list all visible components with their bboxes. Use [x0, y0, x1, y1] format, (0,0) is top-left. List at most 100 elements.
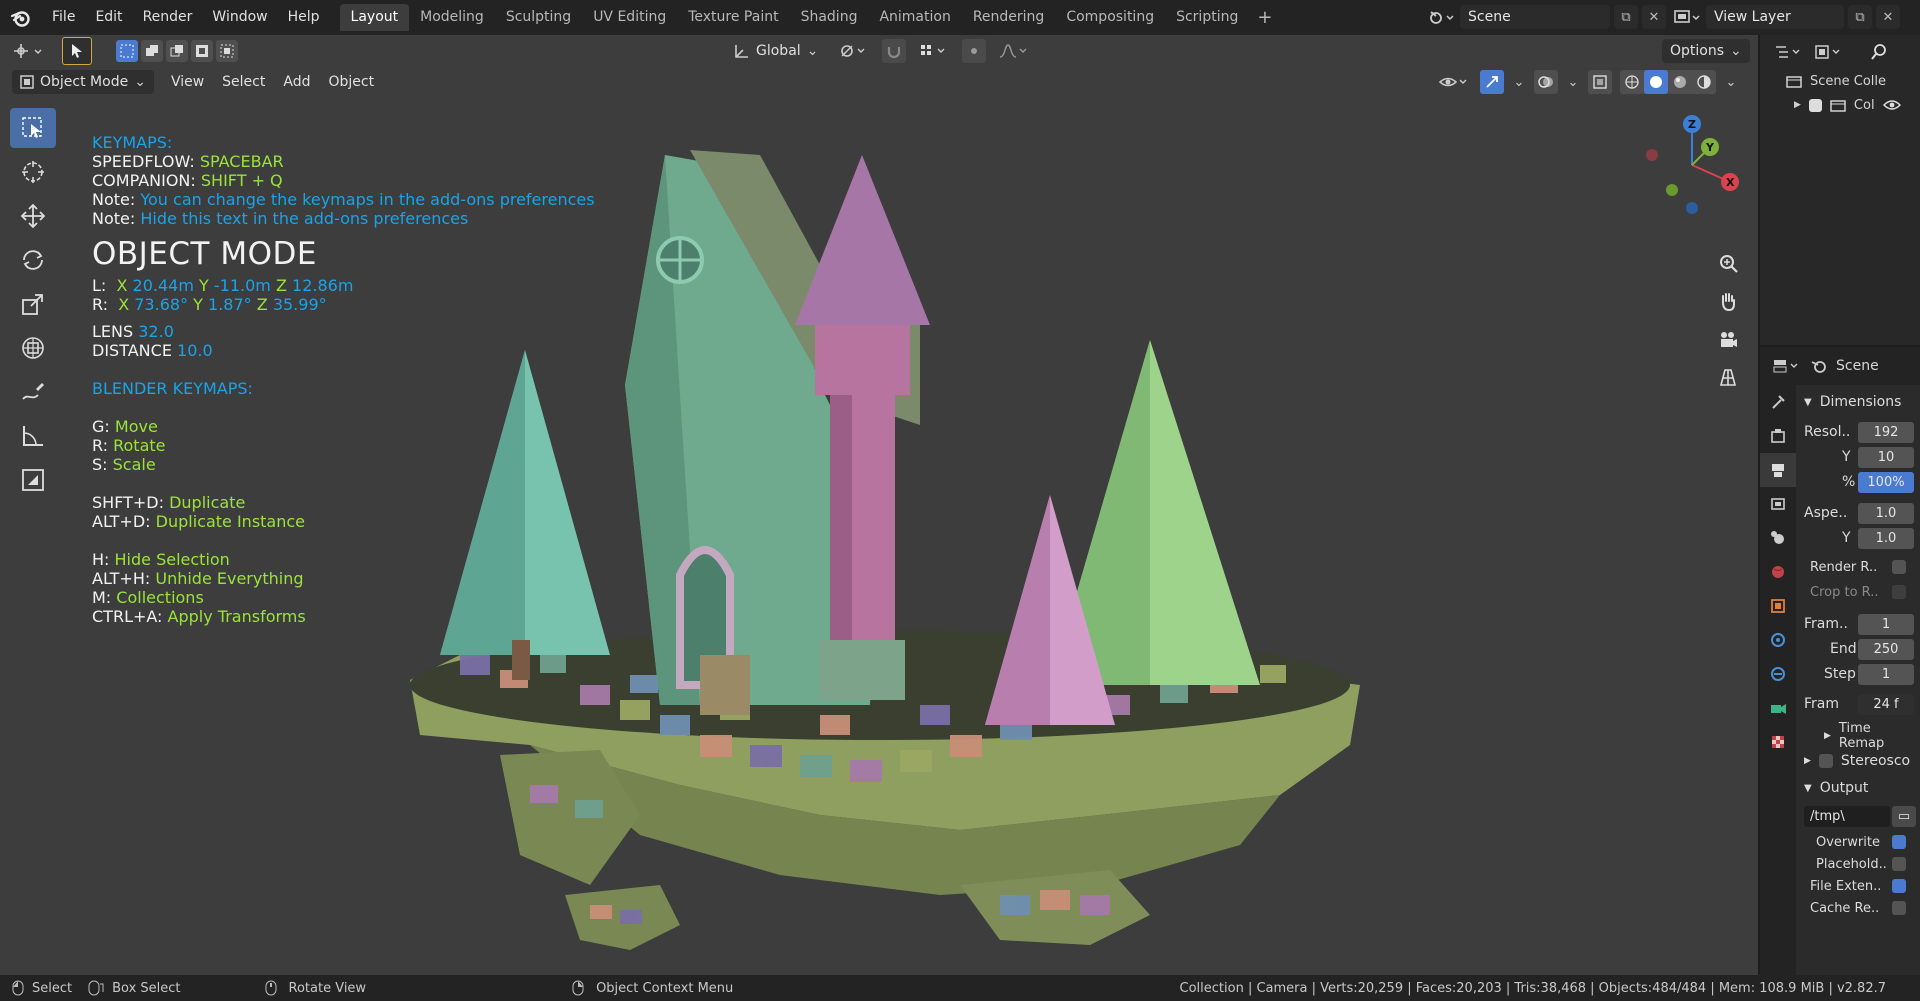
blender-logo-icon[interactable]	[0, 0, 42, 35]
render-region-checkbox[interactable]	[1892, 560, 1906, 574]
menu-object[interactable]: Object	[319, 70, 383, 94]
editor-type-icon[interactable]	[10, 39, 50, 63]
tab-sculpting[interactable]: Sculpting	[495, 4, 582, 31]
scene-icon[interactable]	[1428, 8, 1456, 26]
select-invert-icon[interactable]	[191, 40, 213, 62]
select-tool-icon[interactable]	[62, 37, 92, 65]
tab-uv-editing[interactable]: UV Editing	[582, 4, 677, 31]
expand-arrow-icon[interactable]: ▶	[1794, 100, 1801, 110]
menu-edit[interactable]: Edit	[85, 0, 132, 35]
outliner-editor-icon[interactable]	[1774, 44, 1804, 60]
aspect-y-field[interactable]: 1.0	[1858, 528, 1914, 549]
overlays-toggle-icon[interactable]	[1534, 70, 1558, 94]
proportional-edit-icon[interactable]	[962, 39, 987, 63]
perspective-toggle-icon[interactable]	[1712, 361, 1744, 393]
falloff-icon[interactable]	[996, 43, 1032, 59]
menu-add[interactable]: Add	[274, 70, 319, 94]
frame-rate-dropdown[interactable]: 24 f	[1858, 694, 1914, 715]
render-tab-icon[interactable]	[1760, 419, 1796, 453]
material-shading-icon[interactable]	[1668, 70, 1692, 94]
navigation-gizmo[interactable]: Z X Y	[1630, 110, 1750, 220]
snap-icon[interactable]	[882, 39, 907, 63]
frame-step-field[interactable]: 1	[1858, 664, 1914, 685]
output-path-field[interactable]: /tmp\	[1804, 806, 1890, 827]
3d-viewport[interactable]: Global ⌄ Options ⌄ Object Mode ⌄ View Se…	[0, 35, 1758, 975]
outliner-item-collection[interactable]: ▶ Col	[1760, 93, 1920, 117]
new-view-layer-icon[interactable]: ⧉	[1848, 5, 1872, 29]
add-cube-tool-icon[interactable]	[10, 460, 56, 500]
select-new-icon[interactable]	[116, 40, 138, 62]
object-tab-icon[interactable]	[1760, 589, 1796, 623]
scene-name-field[interactable]: Scene	[1460, 5, 1610, 29]
aspect-x-field[interactable]: 1.0	[1858, 503, 1914, 524]
view-layer-tab-icon[interactable]	[1760, 487, 1796, 521]
pan-hand-icon[interactable]	[1712, 285, 1744, 317]
xray-toggle-icon[interactable]	[1588, 70, 1612, 94]
overwrite-checkbox[interactable]	[1892, 835, 1906, 849]
menu-view[interactable]: View	[162, 70, 213, 94]
visibility-icon[interactable]	[1436, 74, 1472, 90]
frame-end-field[interactable]: 250	[1858, 639, 1914, 660]
time-remapping-subpanel[interactable]: ▶ Time Remap	[1824, 721, 1920, 751]
view-layer-icon[interactable]	[1672, 8, 1702, 26]
tool-tab-icon[interactable]	[1760, 385, 1796, 419]
annotate-tool-icon[interactable]	[10, 372, 56, 412]
shading-options-icon[interactable]: ⌄	[1724, 75, 1738, 90]
stereoscopy-panel-header[interactable]: ▶ Stereosco	[1804, 750, 1910, 772]
folder-icon[interactable]: ▭	[1892, 806, 1916, 827]
crop-region-checkbox[interactable]	[1892, 585, 1906, 599]
tab-layout[interactable]: Layout	[339, 4, 410, 31]
options-dropdown[interactable]: Options ⌄	[1662, 39, 1750, 63]
resolution-y-field[interactable]: 10	[1858, 447, 1914, 468]
outliner-item-scene-collection[interactable]: Scene Colle	[1760, 69, 1920, 93]
select-subtract-icon[interactable]	[166, 40, 188, 62]
rotate-tool-icon[interactable]	[10, 240, 56, 280]
measure-tool-icon[interactable]	[10, 416, 56, 456]
move-tool-icon[interactable]	[10, 196, 56, 236]
menu-window[interactable]: Window	[202, 0, 277, 35]
output-tab-icon[interactable]	[1760, 453, 1796, 487]
select-box-tool-icon[interactable]	[10, 108, 56, 148]
display-mode-icon[interactable]	[1814, 44, 1844, 60]
dimensions-panel-header[interactable]: ▼ Dimensions	[1804, 391, 1901, 413]
zoom-icon[interactable]	[1712, 247, 1744, 279]
cache-result-checkbox[interactable]	[1892, 901, 1906, 915]
add-workspace-icon[interactable]: +	[1249, 4, 1280, 31]
eye-icon[interactable]	[1882, 99, 1901, 111]
world-tab-icon[interactable]	[1760, 555, 1796, 589]
snap-target-icon[interactable]	[916, 43, 952, 59]
wireframe-shading-icon[interactable]	[1620, 70, 1644, 94]
stereoscopy-checkbox[interactable]	[1818, 754, 1833, 768]
camera-view-icon[interactable]	[1712, 323, 1744, 355]
properties-editor-icon[interactable]	[1772, 358, 1802, 374]
gizmo-options-icon[interactable]: ⌄	[1512, 75, 1526, 90]
transform-tool-icon[interactable]	[10, 328, 56, 368]
tab-animation[interactable]: Animation	[868, 4, 961, 31]
placeholders-checkbox[interactable]	[1892, 857, 1906, 871]
delete-scene-icon[interactable]: ✕	[1642, 5, 1666, 29]
rendered-shading-icon[interactable]	[1692, 70, 1716, 94]
pivot-point-icon[interactable]	[836, 43, 872, 59]
mode-dropdown[interactable]: Object Mode ⌄	[12, 70, 154, 94]
solid-shading-icon[interactable]	[1644, 70, 1668, 94]
menu-select[interactable]: Select	[213, 70, 274, 94]
output-panel-header[interactable]: ▼ Output	[1804, 777, 1868, 799]
tab-rendering[interactable]: Rendering	[962, 4, 1056, 31]
select-intersect-icon[interactable]	[216, 40, 238, 62]
delete-view-layer-icon[interactable]: ✕	[1876, 5, 1900, 29]
file-extensions-checkbox[interactable]	[1892, 879, 1906, 893]
menu-file[interactable]: File	[42, 0, 85, 35]
collection-checkbox[interactable]	[1808, 98, 1822, 112]
modifier-tab-icon[interactable]	[1760, 623, 1796, 657]
overlays-options-icon[interactable]: ⌄	[1566, 75, 1580, 90]
new-scene-icon[interactable]: ⧉	[1614, 5, 1638, 29]
scale-tool-icon[interactable]	[10, 284, 56, 324]
tab-texture-paint[interactable]: Texture Paint	[677, 4, 789, 31]
object-data-tab-icon[interactable]	[1760, 691, 1796, 725]
transform-orientation-dropdown[interactable]: Global ⌄	[726, 39, 826, 63]
view-layer-field[interactable]: View Layer	[1706, 5, 1844, 29]
physics-tab-icon[interactable]	[1760, 657, 1796, 691]
tab-compositing[interactable]: Compositing	[1055, 4, 1165, 31]
resolution-percent-field[interactable]: 100%	[1858, 472, 1914, 493]
tab-scripting[interactable]: Scripting	[1165, 4, 1249, 31]
